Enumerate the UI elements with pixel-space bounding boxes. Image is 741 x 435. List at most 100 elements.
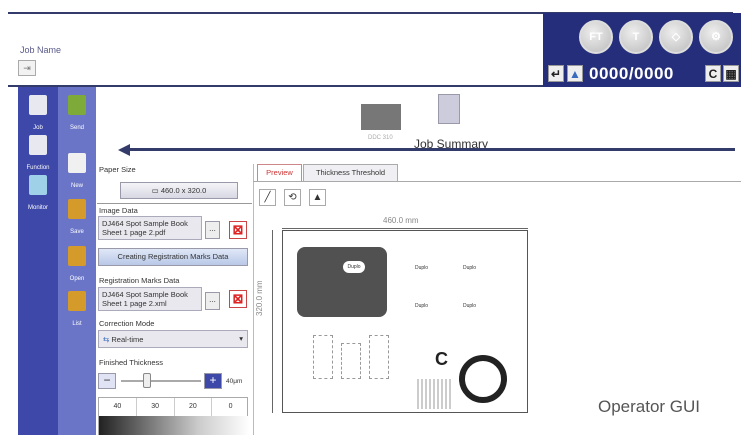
- nav-item-monitor-label: Monitor: [27, 205, 48, 211]
- panel-divider: [253, 164, 254, 435]
- nav-item-new[interactable]: New: [58, 149, 96, 189]
- registration-marks-browse-button[interactable]: ...: [205, 292, 220, 310]
- sample-shape: [341, 343, 361, 379]
- drop-status-icon[interactable]: ◇: [659, 20, 693, 54]
- image-data-field[interactable]: DJ464 Spot Sample Book Sheet 1 page 2.pd…: [98, 216, 202, 240]
- nav-item-open[interactable]: Open: [58, 242, 96, 282]
- nav-item-send-label: Send: [69, 125, 84, 131]
- image-data-label: Image Data: [99, 206, 138, 215]
- width-dimension-line: [282, 228, 528, 229]
- send-icon: [68, 95, 86, 115]
- return-icon[interactable]: ↵: [548, 65, 564, 82]
- nav-item-new-label: New: [70, 183, 83, 189]
- job-summary-arrow-head: [118, 144, 130, 156]
- chevron-down-icon: ▾: [239, 334, 243, 343]
- warning-icon[interactable]: ▲: [567, 65, 583, 82]
- thickness-level-table: 40 30 20 0: [98, 397, 249, 435]
- job-summary-arrow-line: [125, 148, 735, 151]
- nav-item-job[interactable]: Job: [18, 91, 58, 131]
- paper-size-button[interactable]: ▭ 460.0 x 320.0: [120, 182, 238, 199]
- tab-thickness-threshold[interactable]: Thickness Threshold: [303, 164, 398, 181]
- t-status-button[interactable]: T: [619, 20, 653, 54]
- nav-item-monitor[interactable]: Monitor: [18, 171, 58, 211]
- sample-pattern: [417, 379, 451, 409]
- correction-mode-label: Correction Mode: [99, 319, 155, 328]
- thickness-level-cell: 40: [99, 398, 137, 416]
- registration-marks-clear-button[interactable]: ⊠: [229, 290, 247, 308]
- sample-image-cluster: [297, 247, 387, 317]
- correction-mode-select[interactable]: ⇆ Real-time ▾: [98, 330, 248, 348]
- paper-size-label: Paper Size: [99, 165, 136, 174]
- ddc-folder-label: DDC 310: [368, 135, 393, 141]
- status-panel: FT T ◇ ⚙ ↵ ▲ 0000/0000 C ▦: [543, 13, 741, 87]
- thickness-slider-handle[interactable]: [143, 373, 151, 388]
- job-icon: [29, 95, 47, 115]
- sample-label: Duplo: [463, 265, 477, 271]
- nav-item-send[interactable]: Send: [58, 91, 96, 131]
- registration-marks-value-line1: DJ464 Spot Sample Book: [102, 290, 188, 299]
- registration-marks-value-line2: Sheet 1 page 2.xml: [102, 299, 167, 308]
- image-data-clear-button[interactable]: ⊠: [229, 221, 247, 239]
- image-data-browse-button[interactable]: ...: [205, 221, 220, 239]
- thickness-level-cell: 0: [228, 403, 233, 410]
- sample-label: Duplo: [463, 303, 477, 309]
- tab-strip-divider: [253, 181, 741, 182]
- sample-label: Duplo: [415, 303, 429, 309]
- thickness-level-cell: 30: [137, 398, 175, 416]
- paper-size-value: 460.0 x 320.0: [160, 186, 207, 195]
- pen-tool-icon[interactable]: ╱: [259, 189, 276, 206]
- sample-glyph: C: [435, 349, 448, 369]
- create-registration-marks-button[interactable]: Creating Registration Marks Data: [98, 248, 248, 266]
- ddc-folder-icon[interactable]: [361, 104, 401, 130]
- new-document-icon: [68, 153, 86, 173]
- nav-item-save[interactable]: Save: [58, 195, 96, 235]
- nav-item-list-label: List: [72, 321, 82, 327]
- divider: [97, 203, 252, 204]
- job-counter: 0000/0000: [589, 64, 674, 83]
- operator-gui-caption: Operator GUI: [598, 397, 701, 416]
- secondary-nav: Send New Save Open List: [58, 87, 96, 435]
- thickness-slider-track[interactable]: [121, 380, 201, 382]
- primary-nav: Job Function Monitor: [18, 87, 58, 435]
- thickness-gradient-bar: [99, 416, 249, 435]
- shapes-tool-icon[interactable]: ▲: [309, 189, 326, 206]
- nav-item-save-label: Save: [70, 229, 84, 235]
- registration-marks-field[interactable]: DJ464 Spot Sample Book Sheet 1 page 2.xm…: [98, 287, 202, 311]
- sample-label: Duplo: [343, 261, 365, 273]
- job-summary-document-icon[interactable]: [438, 94, 460, 124]
- sample-ring: [459, 355, 507, 403]
- sample-label: Duplo: [415, 265, 429, 271]
- undo-tool-icon[interactable]: ⟲: [284, 189, 301, 206]
- preview-width-label: 460.0 mm: [383, 216, 419, 225]
- preview-height-label: 320.0 mm: [255, 280, 264, 316]
- pen-icon: [29, 135, 47, 155]
- open-folder-icon: [68, 246, 86, 266]
- finished-thickness-label: Finished Thickness: [99, 358, 164, 367]
- clear-counter-button[interactable]: C: [705, 65, 721, 82]
- sample-shape: [313, 335, 333, 379]
- list-icon: [68, 291, 86, 311]
- job-name-field[interactable]: ⇥: [18, 60, 36, 76]
- operator-gui-root: Job Name ⇥ FT T ◇ ⚙ ↵ ▲ 0000/0000 C ▦ Jo…: [0, 0, 741, 435]
- tab-preview[interactable]: Preview: [257, 164, 302, 181]
- thickness-value: 40μm: [226, 378, 243, 385]
- image-data-value-line1: DJ464 Spot Sample Book: [102, 219, 188, 228]
- page-icon: ▭: [151, 186, 161, 195]
- ft-status-button[interactable]: FT: [579, 20, 613, 54]
- thickness-level-cell: 20: [175, 398, 213, 416]
- grid-icon[interactable]: ▦: [723, 65, 739, 82]
- image-data-value-line2: Sheet 1 page 2.pdf: [102, 228, 166, 237]
- save-icon: [68, 199, 86, 219]
- nav-item-list[interactable]: List: [58, 287, 96, 327]
- correction-mode-value: Real-time: [111, 335, 144, 344]
- sample-shape: [369, 335, 389, 379]
- preview-sheet[interactable]: Duplo Duplo Duplo Duplo Duplo C: [282, 230, 528, 413]
- registration-marks-label: Registration Marks Data: [99, 276, 180, 285]
- monitor-icon: [29, 175, 47, 195]
- height-dimension-line: [272, 230, 273, 413]
- job-name-label: Job Name: [20, 45, 62, 55]
- nav-item-function[interactable]: Function: [18, 131, 58, 171]
- settings-status-icon[interactable]: ⚙: [699, 20, 733, 54]
- thickness-increase-button[interactable]: +: [204, 373, 222, 389]
- thickness-decrease-button[interactable]: −: [98, 373, 116, 389]
